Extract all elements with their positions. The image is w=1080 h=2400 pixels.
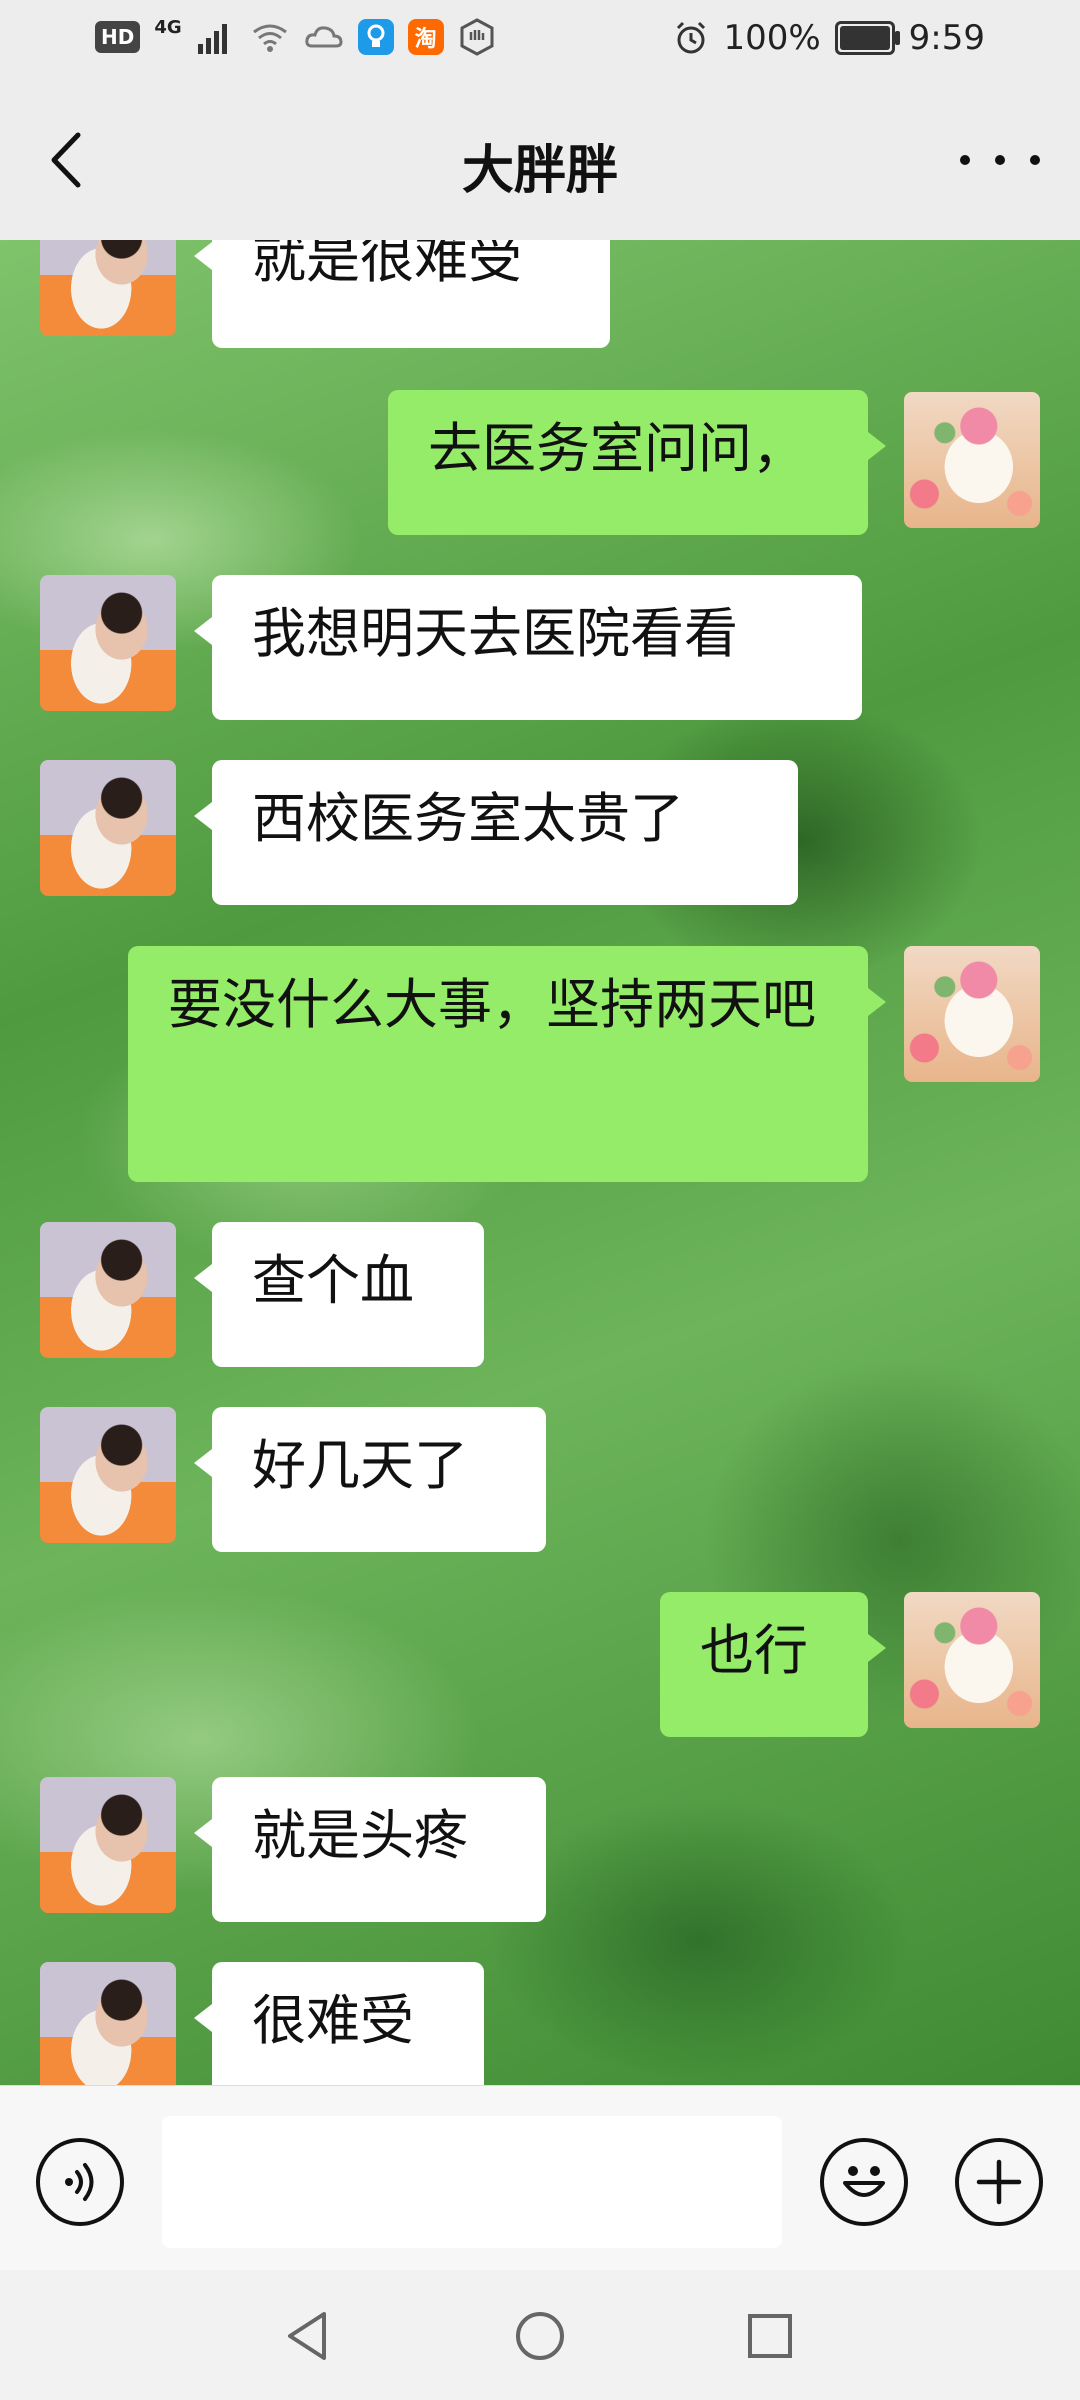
emoji-button[interactable] [820,2138,908,2226]
recents-nav-icon[interactable] [742,2308,798,2364]
more-dot [1030,155,1040,165]
home-nav-icon[interactable] [512,2308,568,2364]
contact-avatar[interactable] [40,1962,176,2085]
my-avatar[interactable] [904,1592,1040,1728]
cloud-icon [305,26,343,48]
more-button[interactable] [960,130,1040,190]
message-bubble-incoming[interactable]: 好几天了 [194,1407,546,1552]
alarm-icon [677,21,706,54]
contact-avatar[interactable] [40,1407,176,1543]
voice-icon [65,2163,94,2201]
hd-badge: HD [95,21,141,53]
plus-icon [976,2159,1022,2205]
my-avatar[interactable] [904,946,1040,1082]
message-bubble-outgoing[interactable]: 要没什么大事，坚持两天吧 [128,946,886,1182]
more-dot [960,155,970,165]
message-input[interactable] [162,2116,782,2248]
battery-percent: 100% [723,18,821,58]
message-bubble-incoming[interactable]: 就是头疼 [194,1777,546,1922]
battery-icon [834,21,900,55]
page-title: 大胖胖 [461,141,618,201]
emoji-icon [843,2166,885,2197]
message-bubble-incoming[interactable]: 西校医务室太贵了 [194,760,798,905]
chat-header: 大胖胖 [0,80,1080,240]
taobao-icon: 淘 [407,19,444,55]
voice-button[interactable] [36,2138,124,2226]
status-right: 100% 9:59 [673,18,985,58]
contact-avatar[interactable] [40,1222,176,1358]
message-bubble-outgoing[interactable]: 去医务室问问， [388,390,886,535]
signal-icon [197,24,227,54]
contact-avatar[interactable] [40,1777,176,1913]
wifi-icon [252,24,287,52]
contact-avatar[interactable] [40,760,176,896]
status-left: HD 4G 淘 [95,16,496,56]
clock: 9:59 [908,18,985,58]
message-bubble-incoming[interactable]: 查个血 [194,1222,484,1367]
message-bubble-incoming[interactable]: 很难受 [194,1962,484,2085]
system-nav-bar [0,2270,1080,2400]
contact-avatar[interactable] [40,575,176,711]
status-bar: HD 4G 淘 100% 9:59 [0,0,1080,80]
shield-icon [460,18,494,56]
network-type: 4G [154,16,182,38]
more-functions-button[interactable] [955,2138,1043,2226]
message-bubble-incoming[interactable]: 我想明天去医院看看 [194,575,862,720]
message-input-bar [0,2085,1080,2271]
battery-fill [839,26,890,50]
more-dot [995,155,1005,165]
my-avatar[interactable] [904,392,1040,528]
message-bubble-outgoing[interactable]: 也行 [660,1592,886,1737]
back-nav-icon[interactable] [280,2308,336,2364]
contact-avatar[interactable] [40,240,176,336]
chat-message-list[interactable]: 就是很难受 去医务室问问， 我想明天去医院看看 西校医务室太贵了 要没什么大事，… [0,240,1080,2085]
tips-icon [357,19,394,55]
message-bubble-incoming[interactable]: 就是很难受 [194,240,610,348]
